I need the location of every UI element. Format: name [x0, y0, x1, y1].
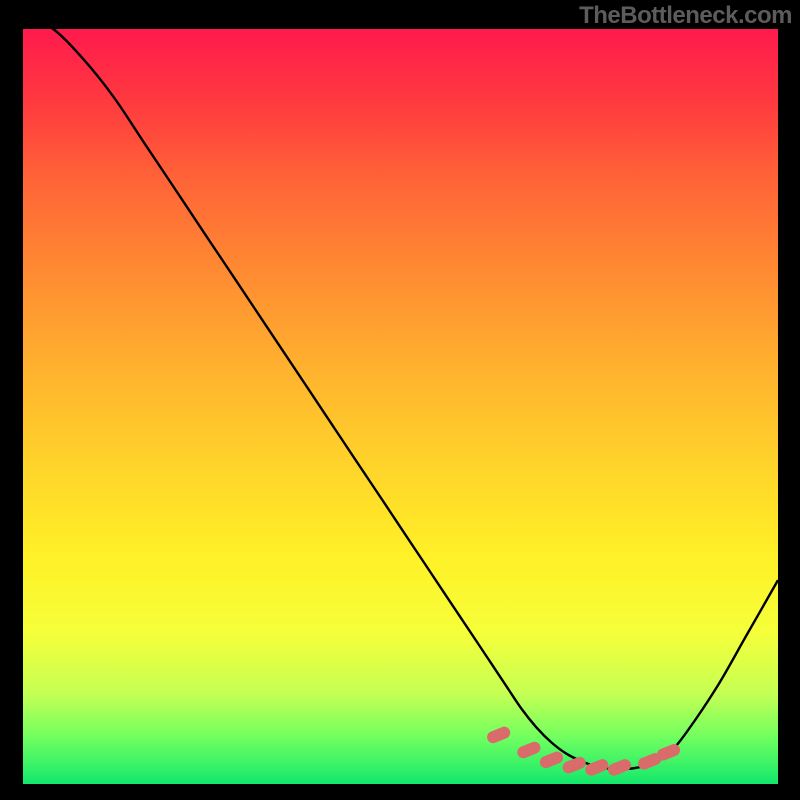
fit-dot — [485, 725, 512, 745]
bottleneck-curve — [23, 14, 778, 769]
fit-dot — [583, 757, 610, 777]
chart-stage: TheBottleneck.com — [0, 0, 800, 800]
plot-area — [23, 29, 778, 784]
watermark-text: TheBottleneck.com — [579, 2, 792, 30]
fit-markers — [485, 725, 682, 778]
fit-dot — [515, 740, 542, 760]
fit-dot — [606, 757, 633, 777]
curve-svg — [23, 29, 778, 784]
fit-dot — [538, 750, 565, 770]
